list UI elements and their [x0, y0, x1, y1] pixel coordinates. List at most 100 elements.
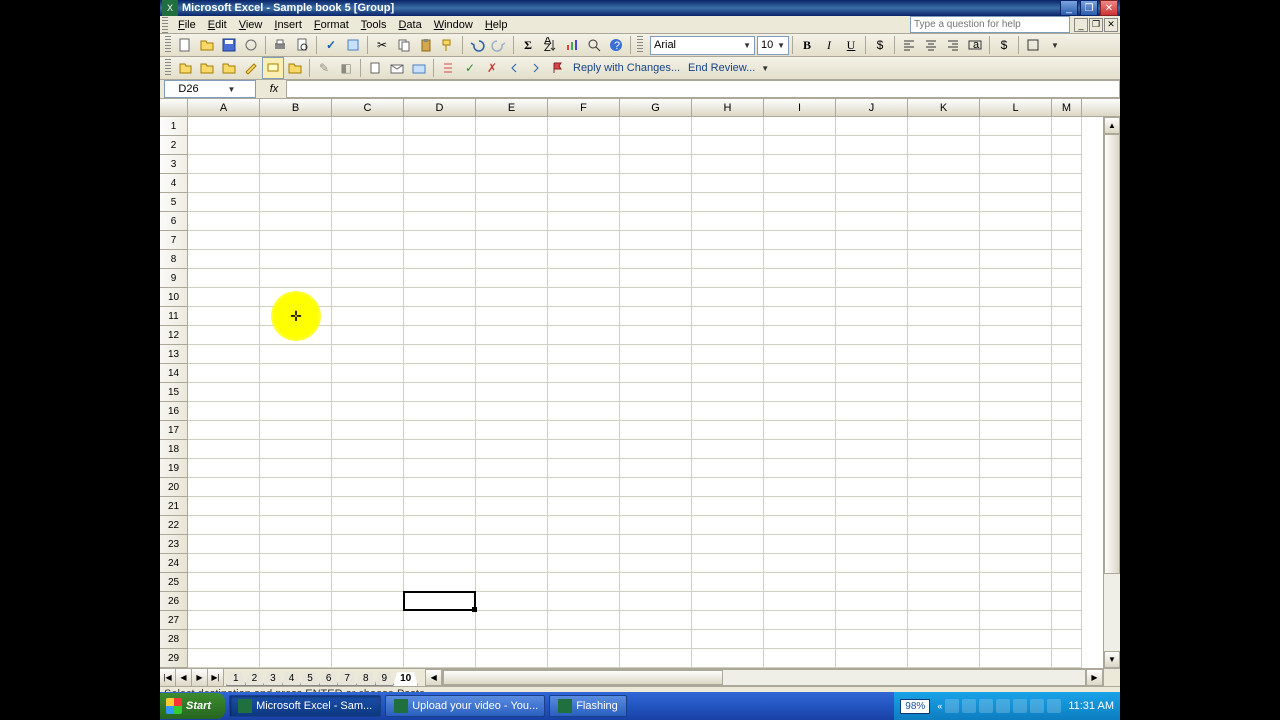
row-header[interactable]: 7 [160, 231, 188, 250]
row-header[interactable]: 25 [160, 573, 188, 592]
cell[interactable] [476, 611, 548, 630]
row-header[interactable]: 16 [160, 402, 188, 421]
column-header[interactable]: J [836, 99, 908, 116]
cell[interactable] [908, 459, 980, 478]
cell[interactable] [332, 364, 404, 383]
cell[interactable] [188, 573, 260, 592]
menu-edit[interactable]: Edit [202, 17, 233, 33]
cell[interactable] [980, 155, 1052, 174]
cell[interactable] [476, 364, 548, 383]
cell[interactable] [548, 345, 620, 364]
cell[interactable] [764, 345, 836, 364]
cell[interactable] [188, 288, 260, 307]
cell[interactable] [1052, 535, 1082, 554]
cell[interactable] [332, 516, 404, 535]
row-header[interactable]: 20 [160, 478, 188, 497]
toolbar-grip[interactable] [165, 59, 171, 77]
tray-icon[interactable] [962, 699, 976, 713]
sheet-tab[interactable]: 3 [263, 672, 283, 686]
cell[interactable] [836, 174, 908, 193]
cell[interactable] [332, 383, 404, 402]
cell[interactable] [332, 459, 404, 478]
cell[interactable] [332, 269, 404, 288]
cell[interactable] [476, 421, 548, 440]
cell[interactable] [188, 136, 260, 155]
cell[interactable] [260, 117, 332, 136]
cell[interactable] [404, 554, 476, 573]
tray-icon[interactable] [1030, 699, 1044, 713]
cell[interactable] [692, 250, 764, 269]
cell[interactable] [620, 155, 692, 174]
ink-icon[interactable]: ✎ [313, 57, 335, 79]
row-header[interactable]: 17 [160, 421, 188, 440]
autosum-icon[interactable]: Σ [517, 34, 539, 56]
print-preview-icon[interactable] [291, 34, 313, 56]
cell[interactable] [188, 554, 260, 573]
cell[interactable] [980, 231, 1052, 250]
cell[interactable] [980, 440, 1052, 459]
cell[interactable] [980, 573, 1052, 592]
cell[interactable] [908, 288, 980, 307]
cell[interactable] [620, 326, 692, 345]
send-mail-icon[interactable] [386, 57, 408, 79]
taskbar-item[interactable]: Upload your video - You... [385, 695, 545, 717]
menu-format[interactable]: Format [308, 17, 355, 33]
format-painter-icon[interactable] [437, 34, 459, 56]
cell[interactable] [548, 383, 620, 402]
cell[interactable] [980, 326, 1052, 345]
cell[interactable] [332, 212, 404, 231]
cell[interactable] [836, 136, 908, 155]
cell[interactable] [620, 174, 692, 193]
cell[interactable] [764, 269, 836, 288]
flag-icon[interactable] [547, 57, 569, 79]
cell[interactable] [1052, 402, 1082, 421]
cell[interactable] [260, 193, 332, 212]
cell[interactable] [692, 269, 764, 288]
cell[interactable] [548, 630, 620, 649]
cell[interactable] [188, 250, 260, 269]
cell[interactable] [764, 573, 836, 592]
cell[interactable] [404, 402, 476, 421]
cell[interactable] [836, 402, 908, 421]
name-box[interactable]: D26▼ [164, 80, 256, 98]
cell[interactable] [548, 649, 620, 668]
cell[interactable] [836, 383, 908, 402]
cell[interactable] [980, 193, 1052, 212]
cell[interactable] [836, 459, 908, 478]
cell[interactable] [188, 592, 260, 611]
cell[interactable] [908, 421, 980, 440]
cell[interactable] [332, 288, 404, 307]
cell[interactable] [620, 402, 692, 421]
cell[interactable] [260, 250, 332, 269]
cell[interactable] [620, 497, 692, 516]
italic-button[interactable]: I [818, 34, 840, 56]
sheet-tab[interactable]: 1 [226, 672, 246, 686]
cell[interactable] [332, 250, 404, 269]
row-header[interactable]: 2 [160, 136, 188, 155]
cell[interactable] [620, 630, 692, 649]
cell[interactable] [260, 288, 332, 307]
cell[interactable] [692, 155, 764, 174]
cell[interactable] [404, 117, 476, 136]
cell[interactable] [260, 497, 332, 516]
cell[interactable] [620, 117, 692, 136]
toolbar-options-icon[interactable]: ▼ [759, 57, 771, 79]
cell[interactable] [260, 649, 332, 668]
cell[interactable] [188, 535, 260, 554]
cell[interactable] [404, 573, 476, 592]
cell[interactable] [188, 307, 260, 326]
cell[interactable] [908, 326, 980, 345]
cell[interactable] [260, 326, 332, 345]
cell[interactable] [476, 440, 548, 459]
cell[interactable] [692, 478, 764, 497]
close-button[interactable]: ✕ [1100, 0, 1118, 16]
cell[interactable] [188, 611, 260, 630]
cell[interactable] [764, 117, 836, 136]
cell[interactable] [764, 630, 836, 649]
cell[interactable] [548, 592, 620, 611]
cell[interactable] [188, 269, 260, 288]
cell[interactable] [476, 649, 548, 668]
cell[interactable] [908, 573, 980, 592]
cell[interactable] [404, 649, 476, 668]
cell[interactable] [476, 117, 548, 136]
